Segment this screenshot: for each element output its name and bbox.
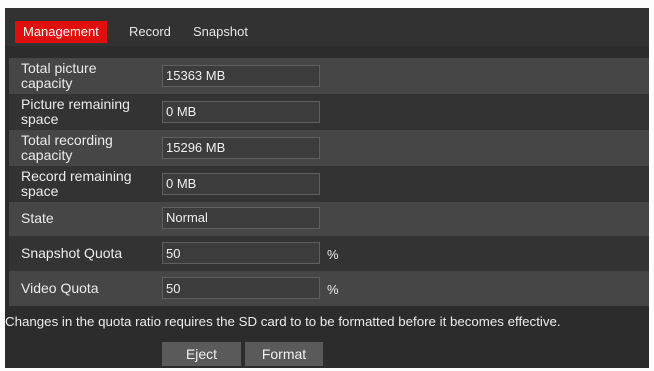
tab-bar: Management Record Snapshot [5,8,649,46]
storage-management-panel: Management Record Snapshot Total picture… [5,8,649,368]
tab-management[interactable]: Management [15,21,107,43]
row-total-picture-capacity: Total picture capacity 15363 MB [9,58,649,94]
format-button[interactable]: Format [245,342,323,366]
total-picture-capacity-value: 15363 MB [162,65,320,87]
state-label: State [21,210,54,226]
snapshot-quota-input[interactable] [162,242,320,264]
total-picture-capacity-label: Total picture capacity [21,60,97,91]
picture-remaining-space-label: Picture remaining space [21,96,130,127]
record-remaining-space-value: 0 MB [162,173,320,195]
snapshot-quota-unit: % [327,247,339,262]
tab-snapshot[interactable]: Snapshot [193,21,248,43]
video-quota-unit: % [327,282,339,297]
row-snapshot-quota: Snapshot Quota % [9,236,649,271]
row-video-quota: Video Quota % [9,271,649,306]
picture-remaining-space-value: 0 MB [162,101,320,123]
total-recording-capacity-label: Total recording capacity [21,132,113,163]
quota-change-note: Changes in the quota ratio requires the … [5,314,561,329]
record-remaining-space-label: Record remaining space [21,168,132,199]
row-picture-remaining-space: Picture remaining space 0 MB [9,94,649,130]
video-quota-label: Video Quota [21,280,99,296]
state-value: Normal [162,207,320,229]
eject-button[interactable]: Eject [162,342,241,366]
row-record-remaining-space: Record remaining space 0 MB [9,166,649,202]
row-total-recording-capacity: Total recording capacity 15296 MB [9,130,649,166]
total-recording-capacity-value: 15296 MB [162,137,320,159]
row-state: State Normal [9,202,649,236]
snapshot-quota-label: Snapshot Quota [21,245,123,261]
tab-record[interactable]: Record [129,21,171,43]
video-quota-input[interactable] [162,277,320,299]
